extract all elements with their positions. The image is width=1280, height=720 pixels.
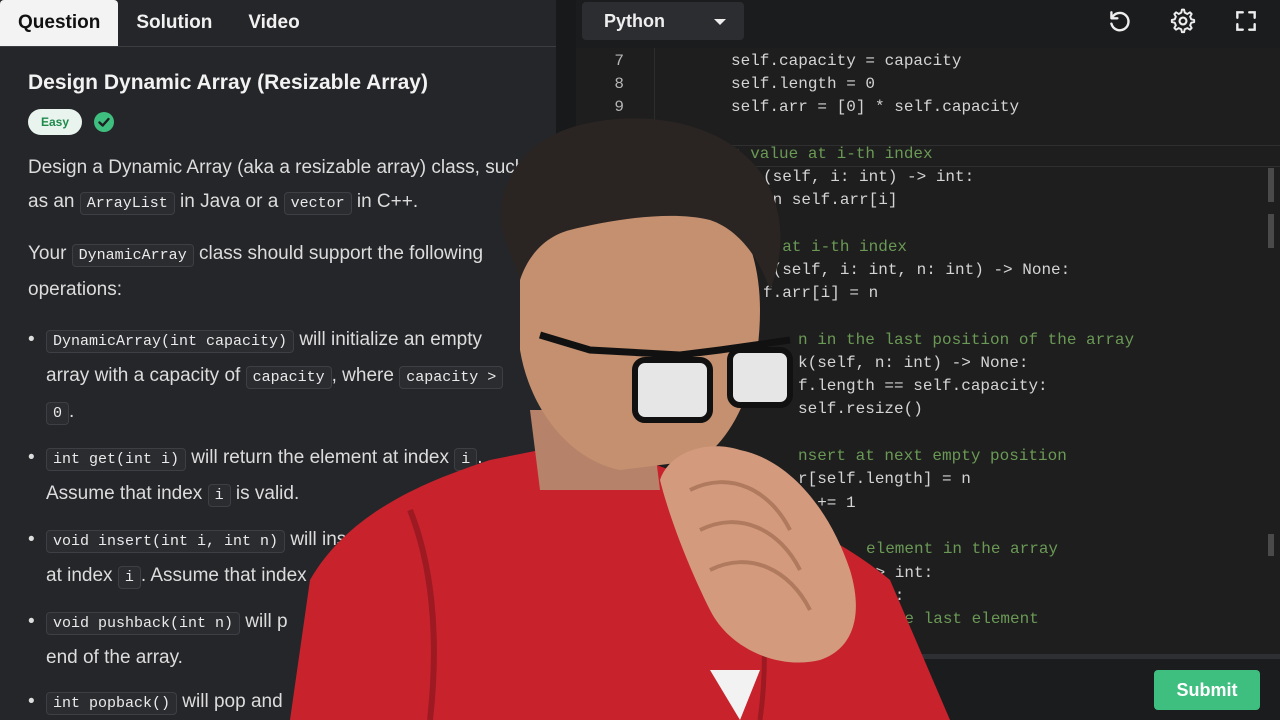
difficulty-badge: Easy bbox=[28, 109, 83, 135]
scrollbar-marker bbox=[1268, 168, 1274, 202]
tab-question[interactable]: Question bbox=[0, 0, 119, 46]
gear-icon[interactable] bbox=[1170, 8, 1196, 34]
presenter-overlay bbox=[290, 118, 950, 720]
scrollbar-marker bbox=[1268, 534, 1274, 556]
code-line: self.length = 0 bbox=[731, 75, 876, 93]
check-circle-icon bbox=[94, 112, 115, 132]
language-select[interactable]: Python bbox=[582, 2, 744, 40]
fullscreen-icon[interactable] bbox=[1233, 8, 1259, 34]
code-line: self.capacity = capacity bbox=[731, 52, 962, 70]
inline-code: ArrayList bbox=[79, 192, 175, 215]
submit-button[interactable]: Submit bbox=[1154, 670, 1260, 710]
line-number: 8 bbox=[614, 75, 624, 93]
scrollbar-marker bbox=[1268, 214, 1274, 248]
tab-video[interactable]: Video bbox=[230, 0, 317, 46]
problem-title: Design Dynamic Array (Resizable Array) bbox=[28, 71, 428, 94]
chevron-down-icon bbox=[714, 19, 726, 25]
panel-tabs: Question Solution Video bbox=[0, 0, 556, 47]
tab-solution[interactable]: Solution bbox=[118, 0, 230, 46]
inline-code: DynamicArray bbox=[71, 244, 194, 267]
editor-header: Python bbox=[576, 0, 1280, 44]
line-number: 7 bbox=[614, 52, 624, 70]
undo-icon[interactable] bbox=[1106, 8, 1132, 34]
